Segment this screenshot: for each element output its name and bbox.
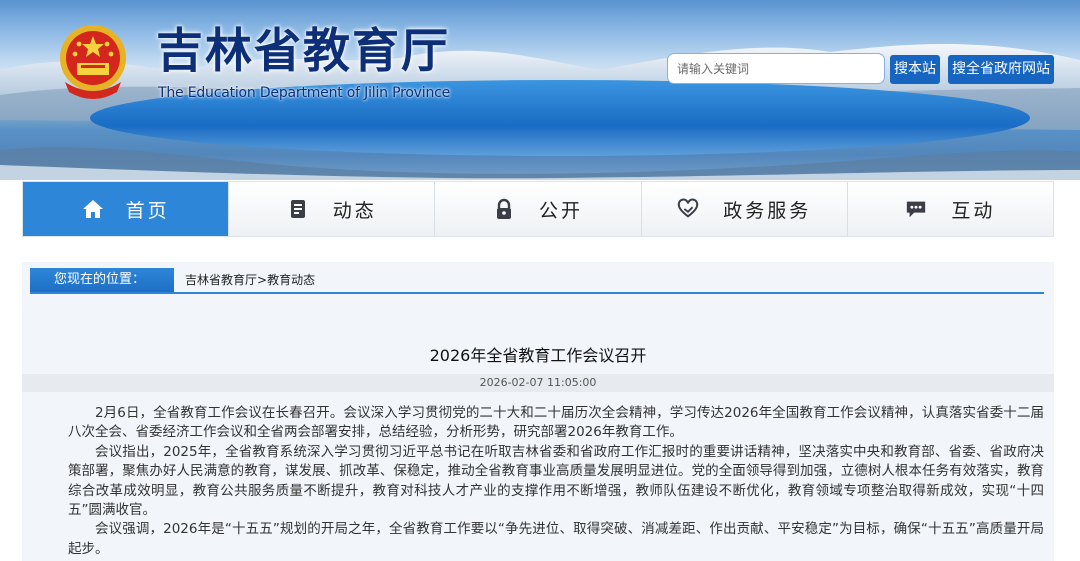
nav-item-disclosure[interactable]: 公开	[435, 182, 642, 236]
nav-item-home[interactable]: 首页	[23, 182, 230, 236]
search-gov-sites-button[interactable]: 搜全省政府网站	[948, 55, 1054, 84]
main-content: 您现在的位置： 吉林省教育厅>教育动态 2026年全省教育工作会议召开 2026…	[22, 262, 1054, 561]
search-input[interactable]	[667, 53, 885, 84]
site-subtitle: The Education Department of Jilin Provin…	[158, 85, 451, 101]
breadcrumb-link-news[interactable]: 教育动态	[267, 273, 315, 287]
chat-bubble-icon	[905, 198, 927, 220]
nav-item-label: 公开	[539, 199, 584, 222]
breadcrumb-link-home[interactable]: 吉林省教育厅	[185, 273, 257, 287]
nav-item-label: 动态	[332, 199, 377, 222]
nav-item-interaction[interactable]: 互动	[848, 182, 1053, 236]
lock-icon	[493, 198, 515, 220]
article-paragraph: 会议强调，2026年是“十五五”规划的开局之年，全省教育工作要以“争先进位、取得…	[68, 521, 1044, 557]
document-icon	[287, 198, 309, 220]
breadcrumb: 您现在的位置： 吉林省教育厅>教育动态	[30, 268, 1044, 294]
article-title: 2026年全省教育工作会议召开	[429, 346, 647, 365]
home-icon	[82, 198, 104, 220]
search-site-button[interactable]: 搜本站	[890, 55, 940, 84]
header-banner: 吉林省教育厅 The Education Department of Jilin…	[0, 0, 1080, 180]
article-paragraph: 会议指出，2025年，全省教育系统深入学习贯彻习近平总书记在听取吉林省委和省政府…	[68, 443, 1044, 519]
site-title: 吉林省教育厅	[156, 24, 450, 79]
breadcrumb-path: 吉林省教育厅>教育动态	[185, 268, 315, 292]
main-nav: 首页 动态 公开 政务服务 互动	[22, 181, 1054, 237]
breadcrumb-label: 您现在的位置：	[30, 268, 174, 292]
nav-item-label: 互动	[951, 199, 996, 222]
breadcrumb-separator: >	[257, 273, 268, 287]
nav-item-services[interactable]: 政务服务	[642, 182, 848, 236]
article-date: 2026-02-07 11:05:00	[479, 376, 597, 389]
nav-item-label: 首页	[125, 199, 170, 222]
nav-item-label: 政务服务	[723, 199, 812, 222]
article-meta: 2026-02-07 11:05:00	[22, 374, 1054, 392]
nav-item-news[interactable]: 动态	[229, 182, 436, 236]
heart-hands-icon	[677, 198, 699, 220]
article-body: 2月6日，全省教育工作会议在长春召开。会议深入学习贯彻党的二十大和二十届历次全会…	[68, 404, 1044, 559]
national-emblem-icon	[60, 25, 126, 99]
article-paragraph: 2月6日，全省教育工作会议在长春召开。会议深入学习贯彻党的二十大和二十届历次全会…	[68, 405, 1044, 441]
